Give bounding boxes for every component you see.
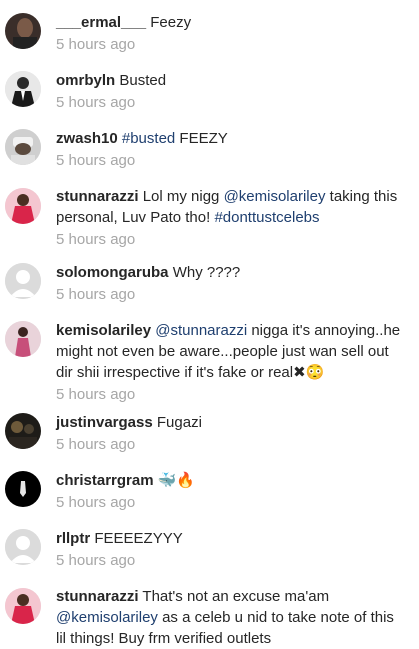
mention-link[interactable]: @stunnarazzi bbox=[155, 322, 247, 339]
username-link[interactable]: kemisolariley bbox=[56, 322, 151, 339]
comment-text: omrbyln Busted bbox=[56, 70, 405, 91]
avatar[interactable] bbox=[5, 263, 41, 299]
timestamp: 5 hours ago bbox=[56, 494, 136, 511]
timestamp: 5 hours ago bbox=[56, 231, 136, 248]
username-link[interactable]: solomongaruba bbox=[56, 264, 169, 281]
comment-message: Fugazi bbox=[156, 414, 202, 431]
comment-message: Lol my nigg bbox=[142, 188, 224, 205]
comment-body: omrbyln Busted 5 hours ago bbox=[56, 70, 405, 113]
comment-message: Busted bbox=[119, 72, 167, 89]
comment-text: justinvargass Fugazi bbox=[56, 412, 405, 433]
comment-message: 🐳🔥 bbox=[157, 472, 196, 489]
comment-text: solomongaruba Why ???? bbox=[56, 262, 405, 283]
avatar[interactable] bbox=[5, 188, 41, 224]
timestamp: 5 hours ago bbox=[56, 152, 136, 169]
username-link[interactable]: zwash10 bbox=[56, 130, 118, 147]
comment-body: kemisolariley @stunnarazzi nigga it's an… bbox=[56, 320, 405, 405]
username-link[interactable]: stunnarazzi bbox=[56, 588, 139, 605]
comment-text: christarrgram 🐳🔥 bbox=[56, 470, 405, 491]
avatar[interactable] bbox=[5, 321, 41, 357]
avatar[interactable] bbox=[5, 129, 41, 165]
avatar[interactable] bbox=[5, 588, 41, 624]
comment-body: justinvargass Fugazi 5 hours ago bbox=[56, 412, 405, 455]
comment-body: zwash10 #busted FEEZY 5 hours ago bbox=[56, 128, 405, 171]
comment-text: kemisolariley @stunnarazzi nigga it's an… bbox=[56, 320, 405, 383]
timestamp: 5 hours ago bbox=[56, 36, 136, 53]
avatar[interactable] bbox=[5, 471, 41, 507]
comment-body: solomongaruba Why ???? 5 hours ago bbox=[56, 262, 405, 305]
avatar[interactable] bbox=[5, 13, 41, 49]
avatar[interactable] bbox=[5, 71, 41, 107]
timestamp: 5 hours ago bbox=[56, 552, 136, 569]
username-link[interactable]: rllptr bbox=[56, 530, 90, 547]
username-link[interactable]: omrbyln bbox=[56, 72, 115, 89]
username-link[interactable]: stunnarazzi bbox=[56, 188, 139, 205]
comment-message: Why ???? bbox=[172, 264, 241, 281]
timestamp: 5 hours ago bbox=[56, 94, 136, 111]
mention-link[interactable]: @kemisolariley bbox=[56, 609, 158, 626]
comment-text: ___ermal___ Feezy bbox=[56, 12, 405, 33]
hashtag-link[interactable]: #busted bbox=[122, 130, 175, 147]
avatar[interactable] bbox=[5, 413, 41, 449]
hashtag-link[interactable]: #donttustcelebs bbox=[214, 209, 319, 226]
comment-text: stunnarazzi Lol my nigg @kemisolariley t… bbox=[56, 186, 405, 228]
username-link[interactable]: christarrgram bbox=[56, 472, 154, 489]
mention-link[interactable]: @kemisolariley bbox=[224, 188, 326, 205]
timestamp: 5 hours ago bbox=[56, 436, 136, 453]
comment-body: rllptr FEEEEZYYY 5 hours ago bbox=[56, 528, 405, 571]
comment-text: zwash10 #busted FEEZY bbox=[56, 128, 405, 149]
comment-message: FEEZY bbox=[175, 130, 228, 147]
timestamp: 5 hours ago bbox=[56, 386, 136, 403]
comment-body: ___ermal___ Feezy 5 hours ago bbox=[56, 12, 405, 55]
comment-text: rllptr FEEEEZYYY bbox=[56, 528, 405, 549]
username-link[interactable]: justinvargass bbox=[56, 414, 153, 431]
comment-body: christarrgram 🐳🔥 5 hours ago bbox=[56, 470, 405, 513]
timestamp: 5 hours ago bbox=[56, 286, 136, 303]
avatar[interactable] bbox=[5, 529, 41, 565]
comment-message: That's not an excuse ma'am bbox=[142, 588, 330, 605]
comment-message: Feezy bbox=[150, 14, 192, 31]
comment-message: FEEEEZYYY bbox=[94, 530, 183, 547]
username-link[interactable]: ___ermal___ bbox=[56, 14, 146, 31]
comment-body: stunnarazzi Lol my nigg @kemisolariley t… bbox=[56, 186, 405, 250]
